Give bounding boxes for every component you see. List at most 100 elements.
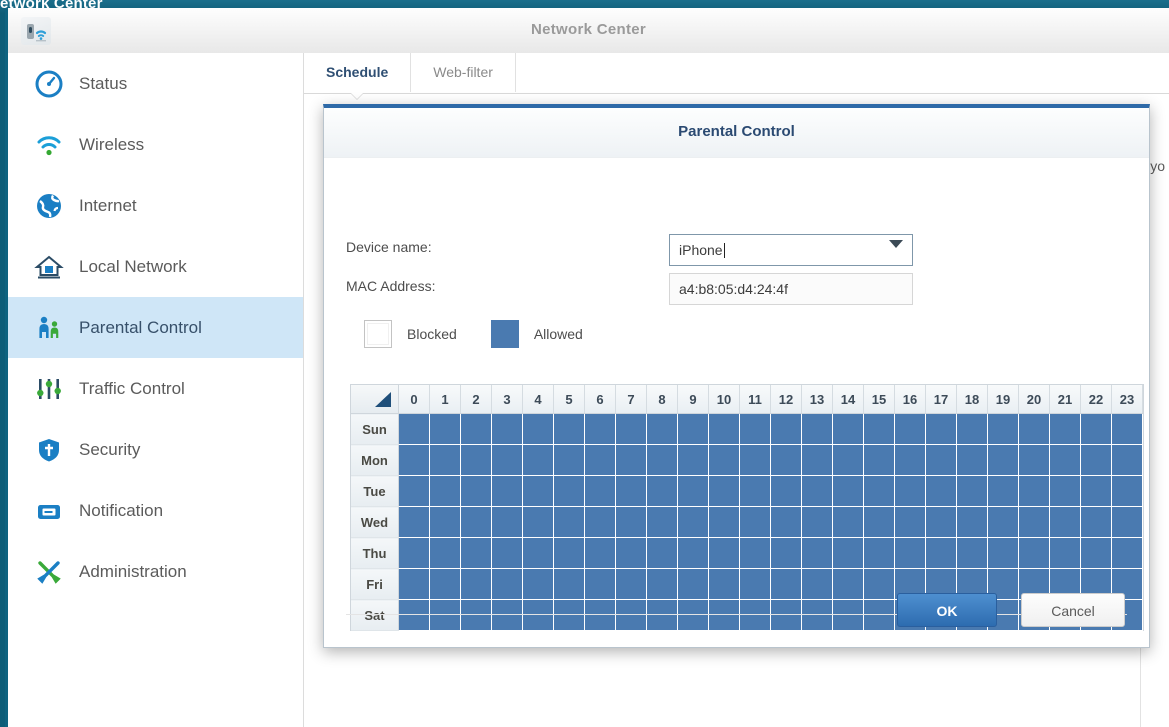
schedule-cell[interactable] (491, 475, 523, 507)
tab-schedule[interactable]: Schedule (304, 53, 412, 92)
hour-header-cell[interactable]: 1 (429, 385, 461, 414)
schedule-cell[interactable] (956, 444, 988, 476)
schedule-cell[interactable] (646, 413, 678, 445)
schedule-cell[interactable] (553, 506, 585, 538)
schedule-cell[interactable] (522, 475, 554, 507)
schedule-cell[interactable] (1018, 537, 1050, 569)
schedule-cell[interactable] (1111, 413, 1143, 445)
schedule-cell[interactable] (770, 506, 802, 538)
schedule-cell[interactable] (987, 413, 1019, 445)
schedule-cell[interactable] (987, 444, 1019, 476)
schedule-cell[interactable] (894, 506, 926, 538)
schedule-cell[interactable] (801, 413, 833, 445)
schedule-cell[interactable] (429, 444, 461, 476)
schedule-cell[interactable] (522, 413, 554, 445)
day-header-cell[interactable]: Wed (351, 506, 399, 538)
ok-button[interactable]: OK (897, 593, 997, 627)
day-header-cell[interactable]: Thu (351, 537, 399, 569)
schedule-cell[interactable] (1080, 537, 1112, 569)
schedule-cell[interactable] (553, 444, 585, 476)
schedule-cell[interactable] (646, 537, 678, 569)
schedule-cell[interactable] (863, 506, 895, 538)
schedule-cell[interactable] (1111, 444, 1143, 476)
schedule-cell[interactable] (708, 537, 740, 569)
sidebar-item-traffic-control[interactable]: Traffic Control (8, 358, 303, 419)
schedule-cell[interactable] (1049, 444, 1081, 476)
schedule-cell[interactable] (925, 413, 957, 445)
schedule-cell[interactable] (739, 537, 771, 569)
schedule-cell[interactable] (1080, 444, 1112, 476)
schedule-cell[interactable] (863, 413, 895, 445)
hour-header-cell[interactable]: 17 (925, 385, 957, 414)
schedule-cell[interactable] (615, 413, 647, 445)
schedule-cell[interactable] (615, 444, 647, 476)
schedule-cell[interactable] (522, 506, 554, 538)
schedule-cell[interactable] (398, 444, 430, 476)
schedule-cell[interactable] (398, 537, 430, 569)
hour-header-cell[interactable]: 9 (677, 385, 709, 414)
schedule-cell[interactable] (801, 537, 833, 569)
schedule-cell[interactable] (429, 537, 461, 569)
sidebar-item-status[interactable]: Status (8, 53, 303, 114)
schedule-cell[interactable] (739, 444, 771, 476)
hour-header-cell[interactable]: 8 (646, 385, 678, 414)
schedule-cell[interactable] (1018, 475, 1050, 507)
schedule-cell[interactable] (1049, 413, 1081, 445)
schedule-cell[interactable] (708, 413, 740, 445)
hour-header-cell[interactable]: 19 (987, 385, 1019, 414)
sidebar-item-security[interactable]: Security (8, 419, 303, 480)
hour-header-cell[interactable]: 14 (832, 385, 864, 414)
hour-header-cell[interactable]: 0 (398, 385, 430, 414)
schedule-cell[interactable] (615, 506, 647, 538)
schedule-cell[interactable] (1049, 506, 1081, 538)
sidebar-item-local-network[interactable]: Local Network (8, 236, 303, 297)
device-name-select[interactable]: iPhone (669, 234, 913, 266)
schedule-cell[interactable] (491, 537, 523, 569)
schedule-cell[interactable] (956, 475, 988, 507)
hour-header-cell[interactable]: 22 (1080, 385, 1112, 414)
hour-header-cell[interactable]: 7 (615, 385, 647, 414)
schedule-cell[interactable] (801, 444, 833, 476)
hour-header-cell[interactable]: 5 (553, 385, 585, 414)
schedule-cell[interactable] (770, 537, 802, 569)
schedule-cell[interactable] (987, 475, 1019, 507)
hour-header-cell[interactable]: 6 (584, 385, 616, 414)
schedule-cell[interactable] (956, 506, 988, 538)
sidebar-item-administration[interactable]: Administration (8, 541, 303, 602)
schedule-cell[interactable] (863, 444, 895, 476)
schedule-cell[interactable] (894, 413, 926, 445)
schedule-cell[interactable] (1018, 444, 1050, 476)
schedule-cell[interactable] (832, 537, 864, 569)
schedule-cell[interactable] (677, 506, 709, 538)
schedule-cell[interactable] (832, 444, 864, 476)
schedule-cell[interactable] (398, 413, 430, 445)
schedule-cell[interactable] (1111, 537, 1143, 569)
hour-header-cell[interactable]: 20 (1018, 385, 1050, 414)
cancel-button[interactable]: Cancel (1021, 593, 1125, 627)
schedule-cell[interactable] (522, 537, 554, 569)
schedule-cell[interactable] (708, 475, 740, 507)
schedule-cell[interactable] (770, 413, 802, 445)
schedule-cell[interactable] (956, 413, 988, 445)
day-header-cell[interactable]: Sun (351, 413, 399, 445)
schedule-cell[interactable] (584, 537, 616, 569)
schedule-cell[interactable] (894, 475, 926, 507)
schedule-cell[interactable] (925, 506, 957, 538)
schedule-cell[interactable] (460, 537, 492, 569)
hour-header-cell[interactable]: 4 (522, 385, 554, 414)
schedule-cell[interactable] (739, 413, 771, 445)
hour-header-cell[interactable]: 18 (956, 385, 988, 414)
hour-header-cell[interactable]: 10 (708, 385, 740, 414)
tab-web-filter[interactable]: Web-filter (411, 53, 516, 92)
schedule-cell[interactable] (770, 475, 802, 507)
schedule-cell[interactable] (677, 537, 709, 569)
schedule-cell[interactable] (491, 506, 523, 538)
schedule-cell[interactable] (398, 475, 430, 507)
schedule-cell[interactable] (491, 413, 523, 445)
sidebar-item-internet[interactable]: Internet (8, 175, 303, 236)
schedule-cell[interactable] (677, 475, 709, 507)
hour-header-cell[interactable]: 16 (894, 385, 926, 414)
schedule-cell[interactable] (677, 413, 709, 445)
schedule-cell[interactable] (429, 413, 461, 445)
sidebar-item-wireless[interactable]: Wireless (8, 114, 303, 175)
